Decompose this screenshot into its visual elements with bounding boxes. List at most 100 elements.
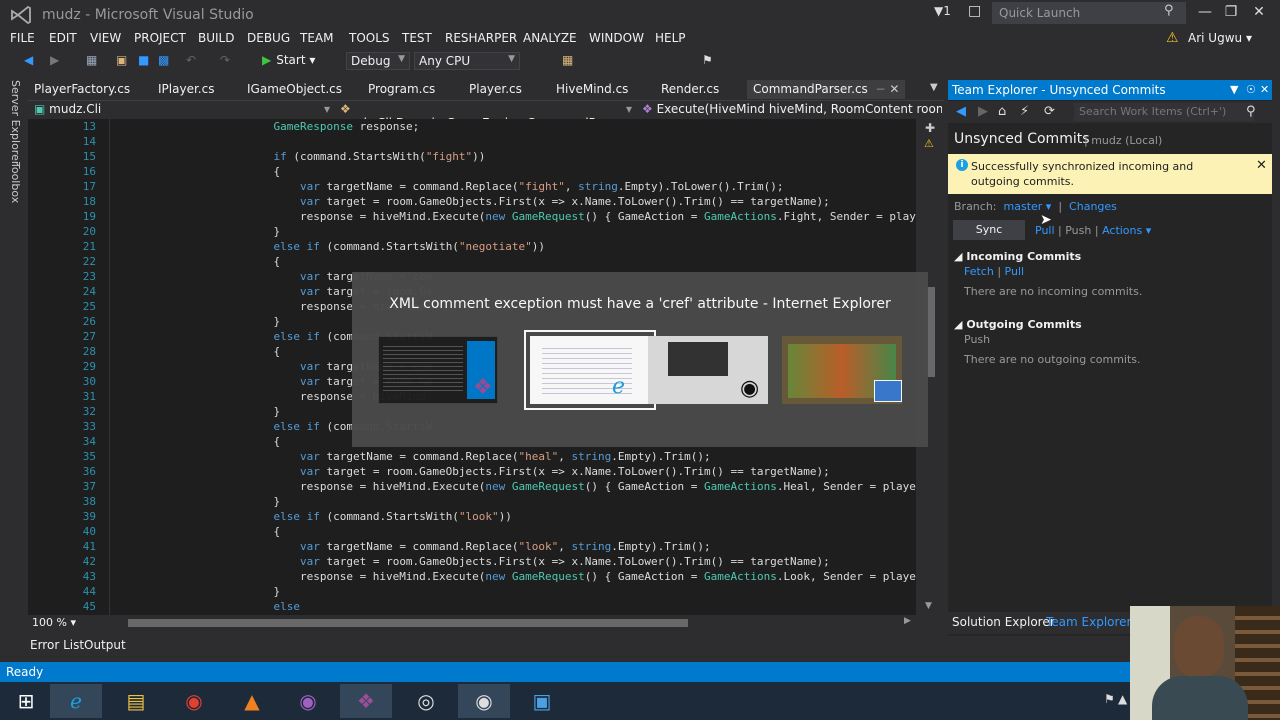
tab-hivemind[interactable]: HiveMind.cs	[556, 82, 628, 96]
menu-edit[interactable]: EDIT	[49, 31, 77, 45]
internet-explorer-icon[interactable]: ℯ	[50, 684, 102, 718]
search-icon[interactable]: ⚲	[1246, 104, 1256, 119]
tab-team-explorer[interactable]: Team Explorer	[1046, 615, 1132, 629]
scroll-right-icon[interactable]: ▶	[904, 616, 911, 626]
close-icon[interactable]: ✕	[1260, 83, 1269, 96]
file-explorer-icon[interactable]: ▤	[110, 684, 162, 718]
back-icon[interactable]: ◀	[956, 104, 966, 119]
project-select[interactable]: ▣ mudz.Cli	[34, 102, 334, 118]
menu-project[interactable]: PROJECT	[134, 31, 186, 45]
thumbnail-visual-studio[interactable]: ❖	[378, 336, 498, 404]
tab-error-list[interactable]: Error List	[30, 638, 84, 652]
close-tab-icon[interactable]: ✕	[889, 82, 899, 96]
outgoing-push-link[interactable]: Push	[964, 333, 990, 346]
obs-icon[interactable]: ◉	[458, 684, 510, 718]
member-select[interactable]: ❖ Execute(HiveMind hiveMind, RoomContent…	[642, 102, 942, 118]
start-button[interactable]: ⊞	[0, 684, 52, 718]
incoming-pull-link[interactable]: Pull	[1005, 265, 1025, 278]
horizontal-scrollbar[interactable]	[128, 619, 688, 627]
menu-debug[interactable]: DEBUG	[247, 31, 290, 45]
menu-resharper[interactable]: RESHARPER	[445, 31, 517, 45]
close-button[interactable]: ✕	[1248, 4, 1270, 20]
redo-icon[interactable]: ↷	[220, 53, 230, 67]
incoming-commits-header[interactable]: ◢ Incoming Commits	[954, 250, 1081, 263]
tab-commandparser[interactable]: CommandParser.cs − ✕	[747, 80, 906, 99]
actions-link[interactable]: Actions ▾	[1102, 224, 1151, 237]
pin-icon[interactable]: −	[875, 82, 885, 96]
thumbnail-obs[interactable]: ◉	[648, 336, 768, 404]
fetch-link[interactable]: Fetch	[964, 265, 994, 278]
back-icon[interactable]: ◀	[24, 53, 33, 67]
sync-button[interactable]: Sync	[953, 220, 1025, 240]
close-icon[interactable]: ✕	[1256, 158, 1267, 173]
thumbnail-internet-explorer[interactable]: ℯ	[524, 330, 656, 410]
chevron-down-icon[interactable]: ▾	[324, 102, 330, 118]
configuration-select[interactable]: Debug ▼	[346, 52, 410, 70]
collapse-icon[interactable]: ◢	[954, 250, 962, 263]
chevron-down-icon[interactable]: ▼	[1230, 83, 1238, 96]
steam-icon[interactable]: ◎	[400, 684, 452, 718]
menu-build[interactable]: BUILD	[198, 31, 234, 45]
thumbnail-video[interactable]	[782, 336, 902, 404]
new-project-icon[interactable]: ▦	[86, 53, 97, 67]
find-in-files-icon[interactable]: ▦	[562, 53, 573, 67]
chrome-icon[interactable]: ◉	[168, 684, 220, 718]
menu-team[interactable]: TEAM	[300, 31, 333, 45]
remote-desktop-icon[interactable]: ▣	[516, 684, 568, 718]
tab-solution-explorer[interactable]: Solution Explorer	[952, 615, 1055, 629]
tray-arrow-icon[interactable]: ▲	[1118, 692, 1127, 706]
tab-playerfactory[interactable]: PlayerFactory.cs	[34, 82, 130, 96]
tab-igameobject[interactable]: IGameObject.cs	[247, 82, 342, 96]
open-file-icon[interactable]: ▣	[116, 53, 127, 67]
menu-tools[interactable]: TOOLS	[349, 31, 390, 45]
changes-link[interactable]: Changes	[1069, 200, 1117, 213]
server-explorer-tab[interactable]: Server Explorer	[9, 80, 22, 165]
tab-player[interactable]: Player.cs	[469, 82, 522, 96]
connect-icon[interactable]: ⚡	[1020, 104, 1029, 119]
restore-button[interactable]: ❐	[1220, 4, 1242, 20]
menu-view[interactable]: VIEW	[90, 31, 121, 45]
scroll-down-icon[interactable]: ▼	[925, 601, 932, 611]
start-debug-button[interactable]: ▶ Start ▾	[262, 53, 315, 67]
search-icon[interactable]: ⚲	[1164, 3, 1174, 18]
feedback-icon[interactable]: □	[968, 3, 981, 19]
split-icon[interactable]: ✚	[925, 121, 935, 135]
save-all-icon[interactable]: ▩	[158, 53, 169, 67]
tab-render[interactable]: Render.cs	[661, 82, 719, 96]
menu-analyze[interactable]: ANALYZE	[523, 31, 577, 45]
outgoing-commits-header[interactable]: ◢ Outgoing Commits	[954, 318, 1082, 331]
menu-window[interactable]: WINDOW	[589, 31, 644, 45]
zoom-select[interactable]: 100 % ▾	[32, 616, 76, 629]
bookmark-icon[interactable]: ⚑	[702, 53, 713, 67]
class-select[interactable]: ❖ mudz.Cli.Domain.GameEngine.CommandPars…	[340, 102, 640, 130]
vlc-icon[interactable]: ▲	[226, 684, 278, 718]
tab-dropdown-icon[interactable]: ▼	[930, 82, 938, 93]
quick-launch-input[interactable]: Quick Launch	[992, 2, 1186, 24]
refresh-icon[interactable]: ⟳	[1044, 104, 1055, 119]
tab-iplayer[interactable]: IPlayer.cs	[158, 82, 214, 96]
visual-studio-icon[interactable]: ❖	[340, 684, 392, 718]
forward-icon[interactable]: ▶	[50, 53, 59, 67]
home-icon[interactable]: ⌂	[998, 104, 1006, 119]
undo-icon[interactable]: ↶	[186, 53, 196, 67]
toolbox-tab[interactable]: Toolbox	[9, 162, 22, 203]
forward-icon[interactable]: ▶	[978, 104, 988, 119]
warning-icon[interactable]: ⚠	[1166, 30, 1179, 46]
save-icon[interactable]: ■	[138, 53, 149, 67]
collapse-icon[interactable]: ◢	[954, 318, 962, 331]
platform-select[interactable]: Any CPU ▼	[414, 52, 520, 70]
tab-program[interactable]: Program.cs	[368, 82, 435, 96]
menu-test[interactable]: TEST	[402, 31, 432, 45]
action-center-icon[interactable]: ⚑	[1104, 692, 1115, 706]
push-link[interactable]: Push	[1065, 224, 1091, 237]
github-icon[interactable]: ◉	[282, 684, 334, 718]
chevron-down-icon[interactable]: ▾	[626, 102, 632, 118]
minimize-button[interactable]: —	[1194, 4, 1216, 20]
menu-help[interactable]: HELP	[655, 31, 686, 45]
notifications-flag-icon[interactable]: ▼1	[934, 4, 951, 18]
menu-file[interactable]: FILE	[10, 31, 35, 45]
pin-icon[interactable]: ☉	[1246, 83, 1256, 96]
search-work-items-input[interactable]: Search Work Items (Ctrl+')	[1074, 103, 1254, 121]
user-account[interactable]: Ari Ugwu ▾	[1188, 31, 1252, 45]
tab-output[interactable]: Output	[84, 638, 126, 652]
